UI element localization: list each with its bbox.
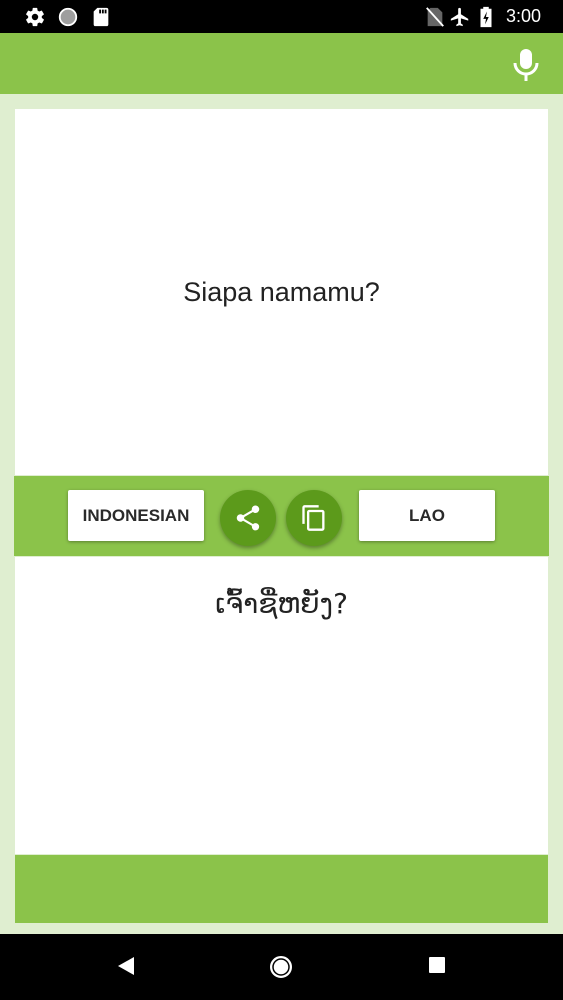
recents-icon[interactable] (427, 954, 447, 976)
sd-card-icon (93, 7, 109, 27)
language-toolbar: INDONESIAN LAO (14, 476, 549, 556)
share-icon (236, 505, 260, 531)
bottom-banner-area (15, 855, 548, 923)
navigation-bar (0, 934, 563, 1000)
app-bar (0, 33, 563, 94)
mic-icon[interactable] (511, 47, 541, 83)
copy-icon (302, 505, 325, 531)
translated-text: ເຈົ້າຊື່ຫຍັງ? (215, 587, 348, 620)
gear-icon (26, 7, 44, 27)
circle-icon (58, 7, 78, 27)
share-button[interactable] (220, 490, 276, 546)
source-text: Siapa namamu? (183, 277, 380, 307)
target-language-button[interactable]: LAO (359, 490, 495, 541)
home-icon[interactable] (267, 954, 295, 982)
status-time: 3:00 (505, 6, 541, 26)
back-icon[interactable] (115, 954, 137, 978)
status-bar: 3:00 (0, 0, 563, 33)
translation-panel: ເຈົ້າຊື່ຫຍັງ? (15, 557, 548, 854)
copy-button[interactable] (286, 490, 342, 546)
source-text-panel[interactable]: Siapa namamu? (15, 109, 548, 475)
airplane-icon (450, 7, 469, 27)
source-language-button[interactable]: INDONESIAN (68, 490, 204, 541)
no-sim-icon (426, 7, 444, 27)
battery-charging-icon (480, 6, 492, 28)
